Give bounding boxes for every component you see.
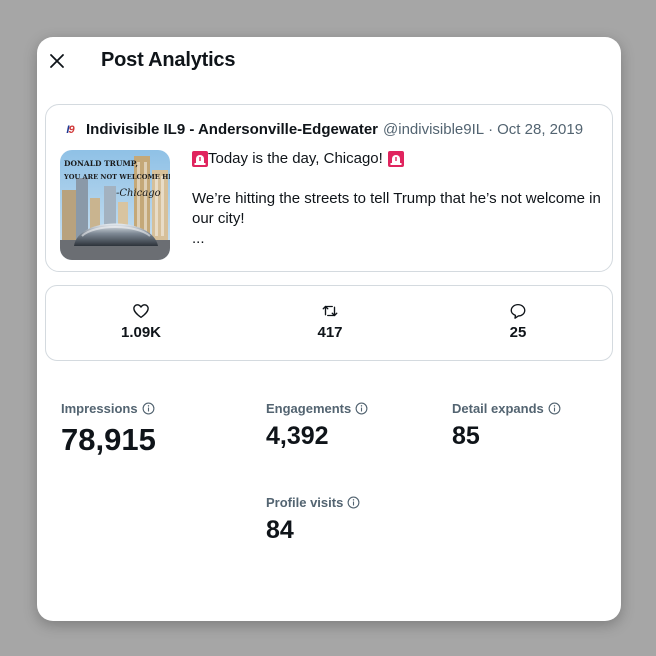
engagements-value: 4,392 xyxy=(266,422,329,450)
quoted-post-card[interactable]: I9 Indivisible IL9 - Andersonville-Edgew… xyxy=(45,104,613,272)
info-icon[interactable] xyxy=(355,402,368,415)
post-text: Today is the day, Chicago! We’re hitting… xyxy=(192,149,612,249)
post-header: I9 Indivisible IL9 - Andersonville-Edgew… xyxy=(60,121,602,138)
impressions-metric: Impressions 78,915 xyxy=(61,401,156,458)
post-date[interactable]: Oct 28, 2019 xyxy=(497,121,583,138)
engagements-metric: Engagements 4,392 xyxy=(266,401,368,451)
replies-stat[interactable]: 25 xyxy=(458,286,578,362)
post-text-body: We’re hitting the streets to tell Trump … xyxy=(192,190,601,227)
thumbnail-text-3: -Chicago xyxy=(116,188,161,199)
info-icon[interactable] xyxy=(347,496,360,509)
close-button[interactable] xyxy=(45,49,69,73)
siren-icon xyxy=(387,151,404,167)
info-icon[interactable] xyxy=(142,402,155,415)
siren-icon xyxy=(192,151,208,167)
detail-expands-metric: Detail expands 85 xyxy=(452,401,561,451)
author-name[interactable]: Indivisible IL9 - Andersonville-Edgewate… xyxy=(86,121,378,138)
post-thumbnail[interactable]: DONALD TRUMP, YOU ARE NOT WELCOME HERE! … xyxy=(60,150,170,260)
post-analytics-modal: Post Analytics I9 Indivisible IL9 - Ande… xyxy=(37,37,621,621)
profile-visits-label: Profile visits xyxy=(266,495,344,510)
heart-icon xyxy=(133,304,149,319)
separator: · xyxy=(488,121,494,138)
author-handle[interactable]: @indivisible9IL xyxy=(383,121,484,138)
reply-icon xyxy=(510,303,526,319)
impressions-label: Impressions xyxy=(61,401,138,416)
thumbnail-text-2: YOU ARE NOT WELCOME HERE! xyxy=(63,173,170,181)
reposts-count: 417 xyxy=(317,324,343,341)
reposts-stat[interactable]: 417 xyxy=(270,286,390,362)
engagement-stats: 1.09K 417 25 xyxy=(45,285,613,361)
replies-count: 25 xyxy=(509,324,527,341)
info-icon[interactable] xyxy=(548,402,561,415)
impressions-value: 78,915 xyxy=(61,422,156,457)
profile-visits-value: 84 xyxy=(266,516,294,544)
close-icon xyxy=(50,54,64,68)
page-title: Post Analytics xyxy=(101,49,236,71)
repost-icon xyxy=(322,305,338,317)
post-text-ellipsis: ... xyxy=(192,230,205,247)
detail-expands-value: 85 xyxy=(452,422,480,450)
profile-visits-metric: Profile visits 84 xyxy=(266,495,360,545)
post-text-line1: Today is the day, Chicago! xyxy=(208,150,383,167)
engagements-label: Engagements xyxy=(266,401,352,416)
thumbnail-text-1: DONALD TRUMP, xyxy=(64,159,138,168)
likes-stat[interactable]: 1.09K xyxy=(81,286,201,362)
thumbnail-image: DONALD TRUMP, YOU ARE NOT WELCOME HERE! … xyxy=(60,150,170,260)
detail-expands-label: Detail expands xyxy=(452,401,544,416)
org-logo-icon: I9 xyxy=(66,123,74,136)
likes-count: 1.09K xyxy=(120,324,162,341)
